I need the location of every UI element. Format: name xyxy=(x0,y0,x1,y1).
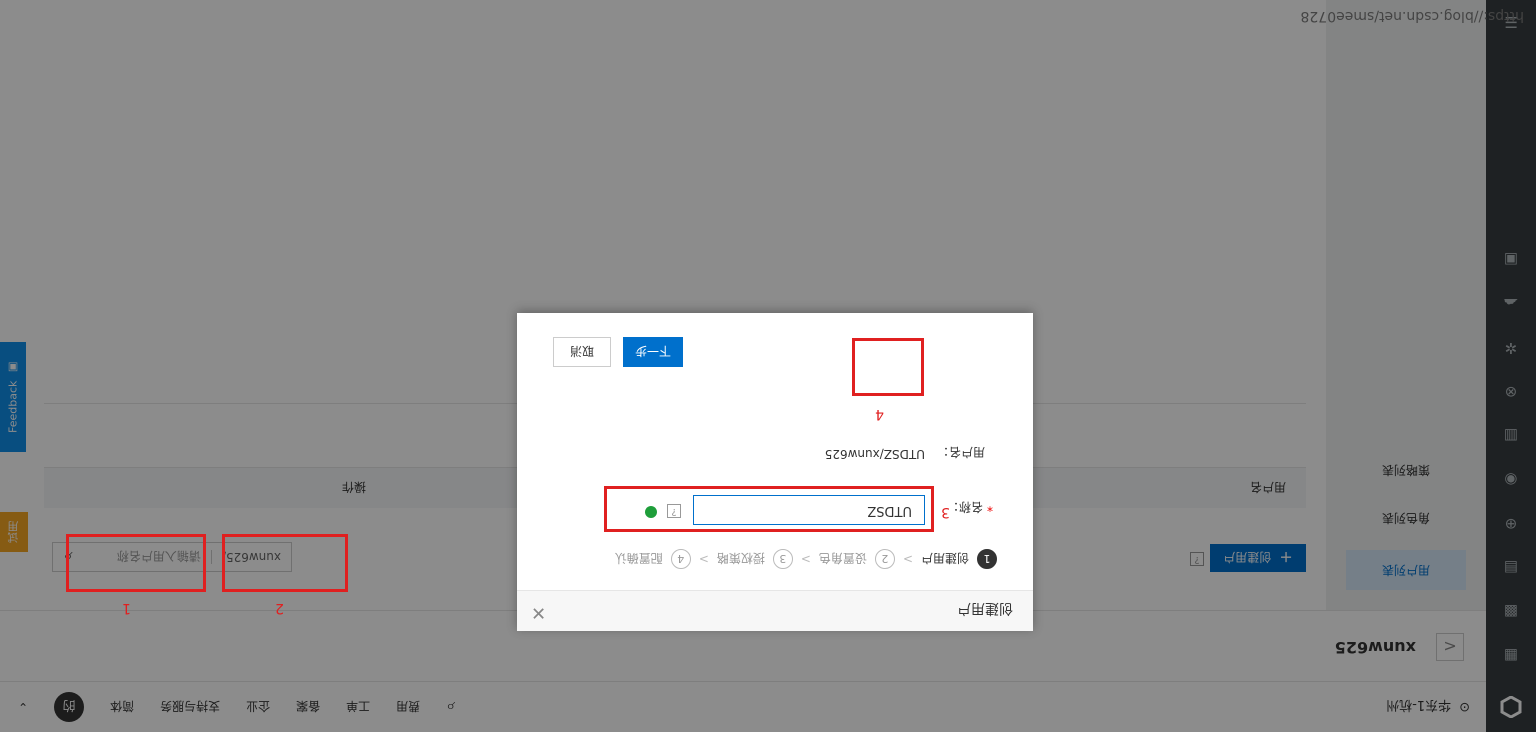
chevron-right-icon: > xyxy=(800,552,811,566)
required-mark: * xyxy=(987,500,993,514)
cancel-button[interactable]: 取消 xyxy=(553,337,611,367)
step-number-2: 2 xyxy=(874,549,895,569)
annotation-number-3: 3 xyxy=(941,504,950,520)
annotation-box-2 xyxy=(222,534,348,592)
chevron-right-icon: > xyxy=(902,552,913,566)
step-number-3: 3 xyxy=(772,549,793,569)
step-number-1: 1 xyxy=(977,549,997,569)
create-user-dialog: 创建用户 ✕ 1 创建用户 > 2 设置角色 > 3 授权策略 > 4 配置确认… xyxy=(517,313,1033,631)
name-label-text: 名称： xyxy=(946,500,983,514)
annotation-number-2: 2 xyxy=(275,600,284,616)
step-number-4: 4 xyxy=(670,549,691,569)
annotation-box-4 xyxy=(852,338,924,396)
close-icon[interactable]: ✕ xyxy=(531,602,546,623)
step-label-4: 配置确认 xyxy=(614,551,663,566)
step-label-2: 设置角色 xyxy=(818,551,867,566)
username-label: 用户名： xyxy=(936,445,985,459)
next-step-button[interactable]: 下一步 xyxy=(623,337,683,367)
chevron-right-icon: > xyxy=(698,552,709,566)
step-label-1: 创建用户 xyxy=(920,551,969,566)
annotation-box-1 xyxy=(66,534,206,592)
name-field-label: * 名称： xyxy=(947,499,993,516)
step-indicator: 1 创建用户 > 2 设置角色 > 3 授权策略 > 4 配置确认 xyxy=(615,547,997,571)
step-label-3: 授权策略 xyxy=(716,551,765,566)
watermark: https://blog.csdn.net/smee0728 xyxy=(1300,8,1524,24)
console-app: ⊙ 华东1-杭州 ⌕ 费用 工单 备案 企业 支持与服务 简体 的 ⌄ ▦ ▩ … xyxy=(0,0,1536,732)
dialog-header: 创建用户 ✕ xyxy=(517,590,1033,631)
rotated-screenshot: ⊙ 华东1-杭州 ⌕ 费用 工单 备案 企业 支持与服务 简体 的 ⌄ ▦ ▩ … xyxy=(0,0,1536,732)
username-value: UTDSZ/xunw625 xyxy=(824,447,925,461)
annotation-number-1: 1 xyxy=(122,600,131,616)
dialog-title: 创建用户 xyxy=(957,600,1013,616)
annotation-number-4: 4 xyxy=(875,406,884,422)
annotation-box-3 xyxy=(604,486,934,532)
